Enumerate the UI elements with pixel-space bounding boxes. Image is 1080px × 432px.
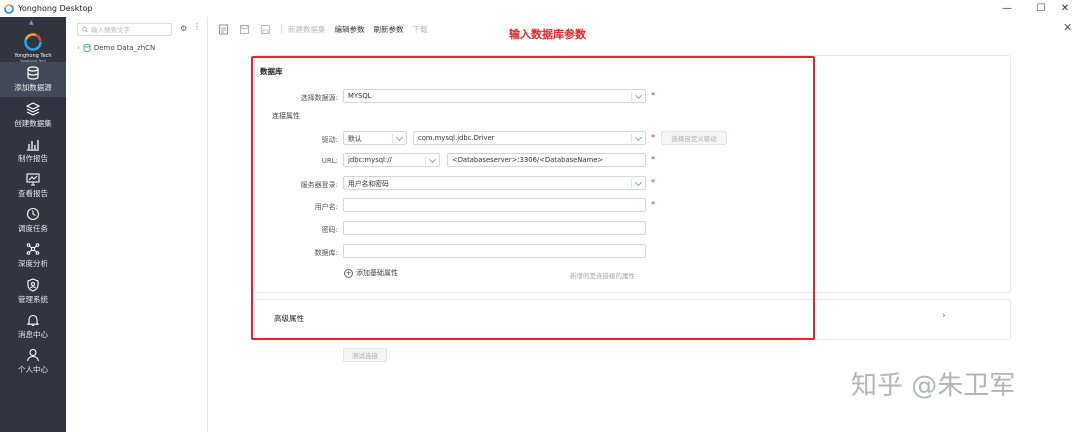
nav-item-view-report[interactable]: 查看报告: [0, 168, 66, 203]
new-dataset-button[interactable]: 新建数据集: [288, 24, 326, 35]
app-title: Yonghong Desktop: [18, 4, 93, 13]
network-icon: [26, 243, 40, 255]
nav-label: 个人中心: [18, 365, 48, 374]
save-icon[interactable]: [239, 24, 250, 35]
download-button[interactable]: 下载: [413, 24, 428, 35]
toolbar: 新建数据集 编辑参数 刷新参数 下载: [218, 22, 437, 36]
nav-label: 消息中心: [18, 330, 48, 339]
shield-icon: [27, 278, 39, 292]
left-nav: ▲ Yonghong Tech Yonghong Tech 添加数据源 创建数据…: [0, 17, 66, 432]
chevron-right-icon[interactable]: ›: [942, 311, 946, 321]
bell-icon: [26, 314, 40, 327]
nav-label: 创建数据集: [14, 119, 52, 128]
expand-arrow-icon[interactable]: ›: [77, 44, 80, 52]
toolbar-divider: [281, 24, 282, 34]
search-icon: [82, 26, 88, 33]
nav-label: 深度分析: [18, 259, 48, 268]
app-logo-icon: [4, 3, 14, 14]
more-vertical-icon[interactable]: ⋮: [193, 22, 201, 31]
nav-item-add-datasource[interactable]: 添加数据源: [0, 62, 66, 97]
test-connection-button[interactable]: 测试连接: [343, 348, 387, 362]
new-file-icon[interactable]: [218, 24, 229, 35]
tree-node-demo-data[interactable]: › Demo Data_zhCN: [77, 44, 155, 52]
nav-item-deep-analysis[interactable]: 深度分析: [0, 238, 66, 273]
tree-node-label: Demo Data_zhCN: [93, 44, 156, 52]
title-bar: Yonghong Desktop: [0, 0, 1080, 17]
monitor-icon: [26, 173, 40, 186]
collapse-arrow-icon[interactable]: ▲: [29, 19, 34, 26]
nav-label: 添加数据源: [14, 83, 52, 92]
annotation-label: 输入数据库参数: [509, 28, 586, 41]
edit-params-button[interactable]: 编辑参数: [335, 24, 365, 35]
datasource-tree-panel: ⚙ ⋮ › Demo Data_zhCN: [66, 17, 208, 432]
nav-item-message-center[interactable]: 消息中心: [0, 309, 66, 344]
chart-icon: [27, 140, 39, 151]
save-as-icon[interactable]: [260, 24, 271, 35]
database-node-icon: [83, 44, 91, 52]
nav-label: 制作报告: [18, 154, 48, 163]
brand-ring-icon: [24, 33, 42, 51]
annotation-highlight-frame: [251, 56, 815, 340]
clock-icon: [26, 207, 40, 221]
refresh-params-button[interactable]: 刷新参数: [374, 24, 404, 35]
database-icon: [27, 66, 39, 80]
gear-icon[interactable]: ⚙: [180, 24, 187, 33]
tree-search-input[interactable]: [91, 25, 171, 34]
minimize-button[interactable]: —: [992, 0, 1022, 17]
nav-item-create-dataset[interactable]: 创建数据集: [0, 98, 66, 133]
close-panel-icon[interactable]: ✕: [1063, 21, 1072, 34]
watermark: 知乎 @朱卫军: [851, 371, 1016, 401]
nav-item-make-report[interactable]: 制作报告: [0, 133, 66, 168]
nav-label: 查看报告: [18, 189, 48, 198]
user-icon: [26, 348, 40, 362]
nav-item-personal-center[interactable]: 个人中心: [0, 344, 66, 379]
window-close-button[interactable]: ✕: [1050, 0, 1080, 17]
nav-label: 管理系统: [18, 295, 48, 304]
nav-label: 调度任务: [18, 224, 48, 233]
dataset-icon: [26, 102, 40, 116]
tree-search-box[interactable]: [77, 23, 172, 36]
nav-item-schedule-task[interactable]: 调度任务: [0, 203, 66, 238]
nav-item-manage-system[interactable]: 管理系统: [0, 274, 66, 309]
